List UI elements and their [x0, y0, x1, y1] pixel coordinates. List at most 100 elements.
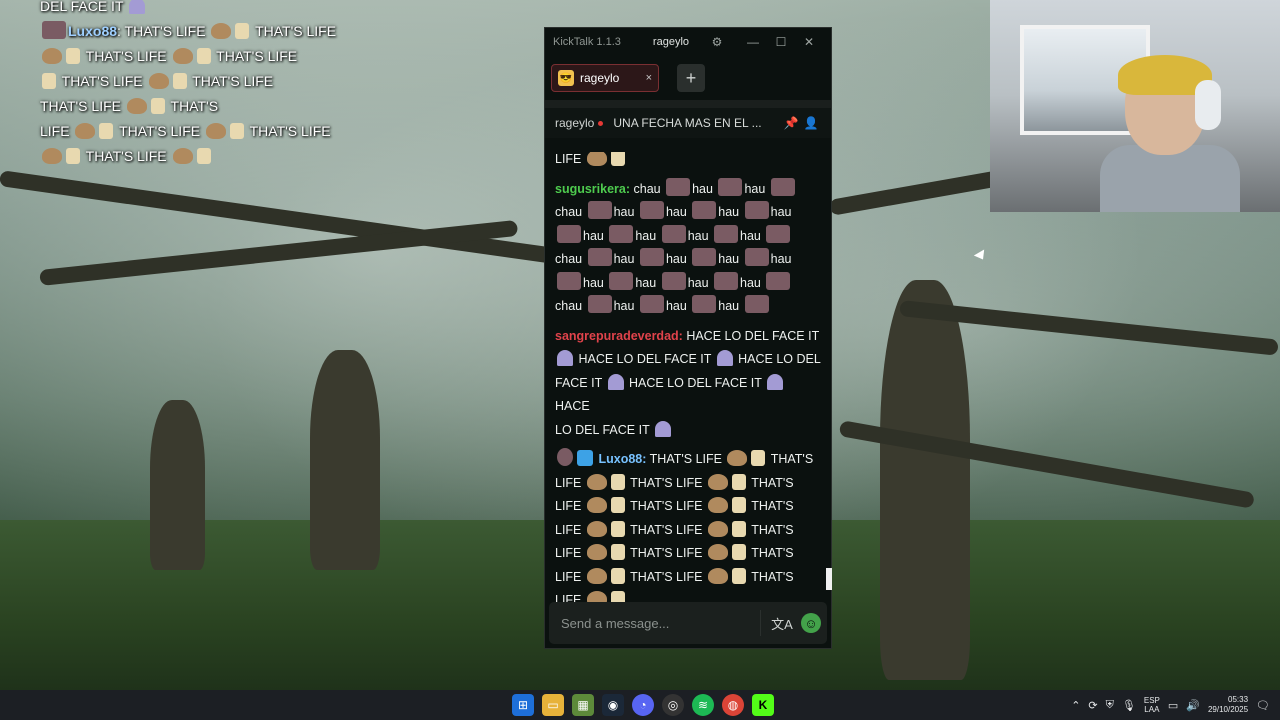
clock[interactable]: 05:33 29/10/2025 [1208, 695, 1248, 715]
cube-badge-icon [577, 450, 593, 466]
hat-emote-icon [716, 350, 733, 366]
vertical-scrollbar-thumb[interactable] [826, 568, 832, 590]
bear-emote-icon [661, 271, 686, 290]
volume-icon[interactable]: 🔊 [1186, 699, 1200, 712]
overlay-text: THAT'S LIFE [61, 73, 143, 89]
message-text: LO DEL FACE IT [555, 422, 650, 437]
divider [545, 100, 831, 108]
overlay-text: THAT'S LIFE [192, 73, 274, 89]
overlay-line: THAT'S LIFE THAT'S [40, 94, 360, 119]
pin-icon[interactable]: 📌 [781, 116, 801, 130]
taskbar-apps: ⊞ ▭ ▦ ◉ ◔ ◎ ≋ ◍ K [512, 694, 774, 716]
message-text: chau [555, 205, 583, 219]
paper-emote-icon [610, 152, 625, 166]
emote-label: hau [770, 205, 792, 219]
paper-emote-icon [731, 544, 746, 560]
paper-emote-icon [229, 123, 244, 139]
pig-emote-icon [586, 152, 607, 166]
chat-messages[interactable]: LIFE sugusrikera: chau hau hau chau hau … [545, 152, 831, 608]
message-text: chau [555, 252, 583, 266]
emote-label: hau [583, 275, 604, 290]
windows-start-icon[interactable]: ⊞ [512, 694, 534, 716]
file-explorer-icon[interactable]: ▭ [542, 694, 564, 716]
pig-emote-icon [586, 567, 607, 584]
obs-icon[interactable]: ◎ [662, 694, 684, 716]
kick-icon[interactable]: K [752, 694, 774, 716]
emote-icon [129, 0, 146, 14]
gear-icon[interactable]: ⚙ [703, 35, 731, 49]
microphone-icon[interactable]: 🎙 [1122, 699, 1136, 712]
overlay-line: THAT'S LIFE THAT'S LIFE [40, 69, 360, 94]
title-channel-name[interactable]: rageylo [653, 36, 689, 48]
emote-label: hau [583, 228, 604, 243]
chat-message: sugusrikera: chau hau hau chau hau hau h… [555, 177, 823, 319]
chevron-up-icon[interactable]: ⌃ [1071, 699, 1080, 712]
message-text: THAT'S LIFE [630, 546, 703, 560]
message-text: chau [633, 181, 661, 196]
minecraft-icon[interactable]: ▦ [572, 694, 594, 716]
spotify-icon[interactable]: ≋ [692, 694, 714, 716]
message-text: HACE [555, 399, 590, 413]
channel-info-bar: rageylo UNA FECHA MAS EN EL ... 📌 👤 [545, 108, 831, 138]
pig-emote-icon [148, 73, 169, 89]
message-username[interactable]: sugusrikera: [555, 182, 630, 196]
paper-emote-icon [610, 497, 625, 513]
user-icon[interactable]: 👤 [801, 116, 821, 130]
message-text: THAT'S LIFE [630, 569, 703, 584]
message-text: THAT'S [751, 475, 794, 490]
overlay-text: THAT'S LIFE [40, 98, 121, 114]
network-icon[interactable]: ▭ [1168, 699, 1178, 712]
emote-label: hau [635, 275, 657, 290]
paper-emote-icon [150, 98, 165, 114]
discord-icon[interactable]: ◔ [632, 694, 654, 716]
message-username[interactable]: sangrepuradeverdad: [555, 329, 683, 343]
steam-icon[interactable]: ◉ [602, 694, 624, 716]
system-tray: ⌃ ⟳ ⛨ 🎙 ESP LAA ▭ 🔊 05:33 29/10/2025 🗨 [1071, 690, 1270, 720]
notification-icon[interactable]: 🗨 [1256, 699, 1270, 712]
message-text: THAT'S [770, 452, 814, 466]
badge-icon [42, 21, 66, 39]
bear-emote-icon [639, 201, 664, 219]
message-text: LIFE [555, 475, 582, 490]
overlay-line: Luxo88: THAT'S LIFE THAT'S LIFE [40, 19, 360, 44]
tab-close-icon[interactable]: × [646, 72, 652, 84]
overlay-username: Luxo88 [68, 23, 118, 39]
shield-icon[interactable]: ⛨ [1106, 699, 1114, 712]
emote-label: hau [740, 275, 761, 290]
message-text: THAT'S LIFE [630, 475, 703, 490]
language-indicator[interactable]: ESP LAA [1144, 696, 1160, 714]
message-text: LIFE [555, 499, 582, 513]
pig-emote-icon [42, 48, 62, 64]
close-icon[interactable]: ✕ [795, 35, 823, 49]
overlay-line: DEL FACE IT [40, 0, 360, 19]
overlay-text: THAT'S LIFE [85, 148, 167, 164]
sync-icon[interactable]: ⟳ [1088, 699, 1097, 712]
bear-emote-icon [718, 177, 743, 196]
message-text: LIFE [555, 152, 582, 166]
maximize-icon[interactable]: ☐ [767, 35, 795, 49]
overlay-text: THAT'S [170, 98, 219, 114]
chrome-icon[interactable]: ◍ [722, 694, 744, 716]
emote-icon[interactable]: ☺ [801, 613, 821, 633]
divider [760, 610, 761, 636]
bear-emote-icon [766, 224, 791, 243]
bear-emote-icon [609, 271, 634, 290]
translate-icon[interactable]: 文A [769, 610, 795, 636]
paper-emote-icon [610, 544, 625, 560]
tab-rageylo[interactable]: 😎 rageylo × [551, 64, 659, 92]
hat-emote-icon [557, 350, 573, 366]
message-username[interactable]: Luxo88: [598, 452, 646, 466]
minimize-icon[interactable]: — [739, 35, 767, 49]
add-tab-button[interactable]: + [677, 64, 705, 92]
channel-name[interactable]: rageylo [555, 116, 594, 130]
message-text: THAT'S [751, 499, 794, 513]
language-code: ESP [1143, 696, 1160, 705]
message-input[interactable] [549, 615, 760, 631]
emote-label: hau [770, 252, 792, 266]
webcam-headphones [1195, 80, 1221, 130]
overlay-text: THAT'S LIFE [124, 23, 206, 39]
message-text: THAT'S LIFE [649, 452, 722, 466]
emote-label: hau [665, 205, 687, 219]
message-text: LIFE [555, 522, 582, 537]
bear-emote-icon [557, 271, 581, 290]
